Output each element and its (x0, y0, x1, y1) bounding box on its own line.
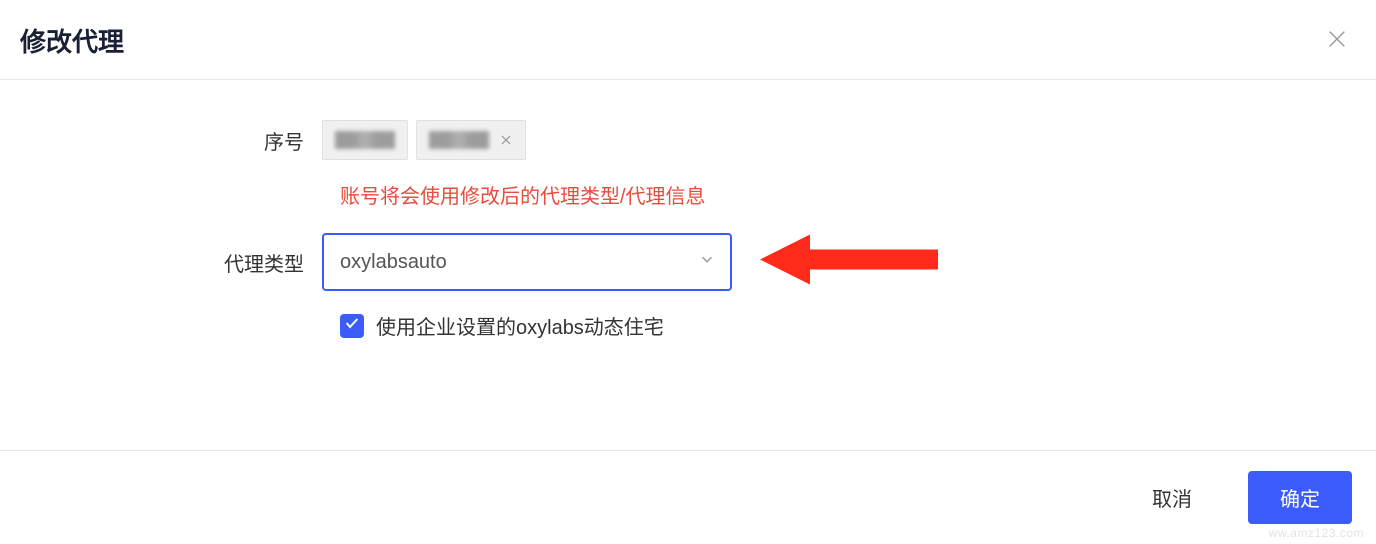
checkmark-icon (344, 315, 360, 336)
serial-tag-2[interactable] (416, 120, 526, 160)
serial-tags (322, 120, 526, 160)
tag-content-redacted (429, 131, 489, 149)
checkbox-label: 使用企业设置的oxylabs动态住宅 (376, 311, 664, 340)
serial-label: 序号 (20, 126, 322, 155)
close-button[interactable] (1322, 24, 1352, 57)
cancel-button[interactable]: 取消 (1120, 471, 1224, 524)
modal-body: 序号 账号将会使用修改后的代理类型/代理信息 代理类型 (0, 80, 1376, 450)
tag-content-redacted (335, 131, 395, 149)
modify-proxy-modal: 修改代理 序号 (0, 0, 1376, 544)
confirm-button[interactable]: 确定 (1248, 471, 1352, 524)
annotation-arrow-icon (760, 225, 940, 300)
modal-title: 修改代理 (20, 22, 124, 59)
tag-close-icon[interactable] (499, 133, 513, 147)
watermark: ww.amz123.com (1269, 526, 1364, 540)
serial-tag-1[interactable] (322, 120, 408, 160)
use-enterprise-checkbox[interactable] (340, 314, 364, 338)
proxy-type-label: 代理类型 (20, 248, 322, 277)
close-icon (1326, 28, 1348, 53)
warning-text: 账号将会使用修改后的代理类型/代理信息 (340, 180, 1356, 209)
proxy-type-select-wrapper: oxylabsauto (322, 233, 732, 291)
proxy-type-value: oxylabsauto (340, 251, 447, 274)
serial-row: 序号 (20, 120, 1356, 160)
modal-header: 修改代理 (0, 0, 1376, 80)
proxy-type-select[interactable]: oxylabsauto (322, 233, 732, 291)
proxy-type-row: 代理类型 oxylabsauto (20, 233, 1356, 291)
modal-footer: 取消 确定 ww.amz123.com (0, 450, 1376, 544)
checkbox-row: 使用企业设置的oxylabs动态住宅 (340, 311, 1356, 340)
